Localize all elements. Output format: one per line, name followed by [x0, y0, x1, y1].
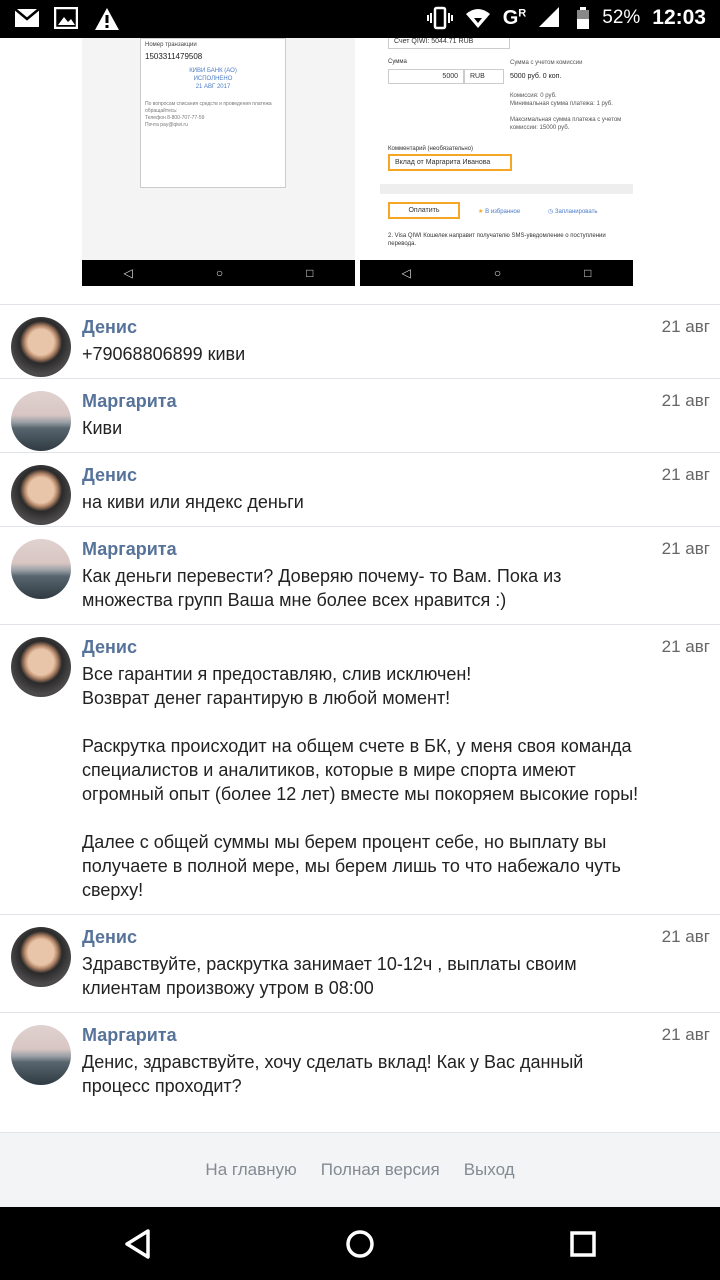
avatar[interactable] — [11, 637, 71, 697]
avatar[interactable] — [11, 391, 71, 451]
battery-icon — [576, 6, 590, 30]
network-type: GR — [502, 6, 527, 29]
receipt-stamp: КИВИ БАНК (АО) ИСПОЛНЕНО 21 АВГ 2017 — [189, 68, 237, 90]
message-date: 21 авг — [661, 539, 710, 558]
message-date: 21 авг — [661, 927, 710, 946]
message-list: Денис 21 авг +79068806899 киви Маргарита 21 … — [0, 304, 720, 1110]
message-text: Денис, здравствуйте, хочу сделать вклад!… — [82, 1052, 584, 1096]
battery-percent: 52% — [602, 7, 641, 28]
author-name[interactable]: Денис — [82, 925, 710, 949]
message-text: на киви или яндекс деньги — [82, 492, 304, 512]
avatar[interactable] — [11, 927, 71, 987]
recents-icon[interactable] — [566, 1227, 600, 1261]
message-date: 21 авг — [661, 317, 710, 336]
author-name[interactable]: Маргарита — [82, 1023, 710, 1047]
message-text: Здравствуйте, раскрутка занимает 10-12ч … — [82, 954, 577, 998]
avatar[interactable] — [11, 317, 71, 377]
wifi-icon — [465, 6, 491, 30]
mail-icon — [14, 7, 40, 31]
message-item[interactable]: Маргарита 21 авг Как деньги перевести? Дов… — [0, 526, 720, 624]
warning-icon — [94, 7, 120, 31]
logout-link[interactable]: Выход — [464, 1160, 515, 1180]
system-nav-bar — [0, 1207, 720, 1280]
message-item[interactable]: Денис 21 авг на киви или яндекс деньги — [0, 452, 720, 526]
message-text: Все гарантии я предоставляю, слив исключ… — [82, 664, 639, 900]
message-item[interactable]: Денис 21 авг +79068806899 киви — [0, 304, 720, 378]
full-version-link[interactable]: Полная версия — [321, 1160, 440, 1180]
receipt-number: 1503311479508 — [145, 52, 203, 61]
mini-navbar: ◁ ○ □ — [360, 260, 633, 286]
back-icon[interactable] — [121, 1227, 155, 1261]
author-name[interactable]: Денис — [82, 463, 710, 487]
message-item[interactable]: Денис 21 авг Все гарантии я предоставляю, … — [0, 624, 720, 914]
message-text: +79068806899 киви — [82, 344, 246, 364]
message-item[interactable]: Денис 21 авг Здравствуйте, раскрутка заним… — [0, 914, 720, 1012]
page-footer: На главную Полная версия Выход — [0, 1132, 720, 1207]
status-bar: GR 52% 12:03 — [0, 0, 720, 38]
message-item[interactable]: Маргарита 21 авг Денис, здравствуйте, хочу… — [0, 1012, 720, 1110]
signal-icon — [538, 6, 564, 30]
home-icon[interactable] — [343, 1227, 377, 1261]
avatar[interactable] — [11, 465, 71, 525]
author-name[interactable]: Маргарита — [82, 537, 710, 561]
message-attachments: Номер транзакции 1503311479508 КИВИ БАНК… — [0, 38, 720, 304]
message-text: Как деньги перевести? Доверяю почему- то… — [82, 566, 562, 610]
mini-navbar: ◁ ○ □ — [82, 260, 355, 286]
message-date: 21 авг — [661, 1025, 710, 1044]
receipt-footer: По вопросам списания средств и проведени… — [145, 101, 272, 128]
home-link[interactable]: На главную — [205, 1160, 296, 1180]
attachment-receipt-image[interactable]: Номер транзакции 1503311479508 КИВИ БАНК… — [82, 38, 355, 286]
vibrate-icon — [426, 6, 453, 30]
attachment-qiwi-image[interactable]: Счет QIWI: 5044.71 RUB Сумма 5000 RUB Су… — [360, 38, 633, 286]
receipt: Номер транзакции 1503311479508 КИВИ БАНК… — [140, 38, 286, 188]
message-date: 21 авг — [661, 465, 710, 484]
message-item[interactable]: Маргарита 21 авг Киви — [0, 378, 720, 452]
author-name[interactable]: Маргарита — [82, 389, 710, 413]
avatar[interactable] — [11, 539, 71, 599]
message-text: Киви — [82, 418, 123, 438]
image-icon — [53, 6, 80, 31]
receipt-label: Номер транзакции — [145, 42, 197, 48]
message-date: 21 авг — [661, 637, 710, 656]
avatar[interactable] — [11, 1025, 71, 1085]
message-date: 21 авг — [661, 391, 710, 410]
author-name[interactable]: Денис — [82, 315, 710, 339]
author-name[interactable]: Денис — [82, 635, 710, 659]
clock: 12:03 — [652, 6, 706, 29]
